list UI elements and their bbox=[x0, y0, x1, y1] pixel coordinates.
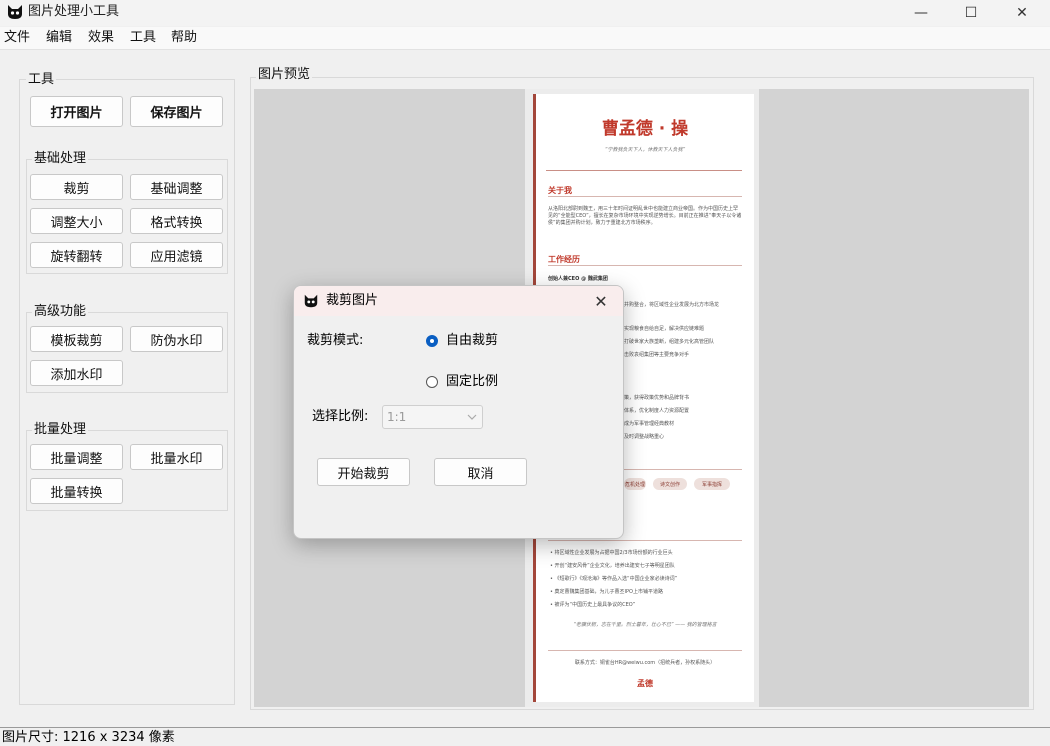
anti-counterfeit-watermark-button[interactable]: 防伪水印 bbox=[130, 326, 223, 352]
menu-help[interactable]: 帮助 bbox=[171, 27, 197, 49]
free-crop-radio[interactable]: 自由裁剪 bbox=[426, 332, 546, 350]
crop-button[interactable]: 裁剪 bbox=[30, 174, 123, 200]
menu-file[interactable]: 文件 bbox=[4, 27, 30, 49]
achievement-text: 将区域性企业发展为占据中国2/3市场份额的行业巨头 bbox=[554, 550, 673, 556]
divider bbox=[548, 265, 742, 266]
start-crop-button[interactable]: 开始裁剪 bbox=[317, 458, 410, 486]
work-item: 体系，优化制度人力资源配置 bbox=[624, 408, 690, 414]
divider bbox=[624, 469, 742, 470]
achievement-text: 开创“建安风骨”企业文化，培养出建安七子等明星团队 bbox=[554, 563, 675, 569]
divider bbox=[546, 170, 742, 171]
free-crop-label: 自由裁剪 bbox=[446, 333, 499, 348]
work-item: 实现粮食自给自足，解决供应链难题 bbox=[624, 326, 705, 332]
rotate-flip-button[interactable]: 旋转翻转 bbox=[30, 242, 123, 268]
crop-mode-label: 裁剪模式: bbox=[307, 333, 364, 348]
achievement-text: 《短歌行》《观沧海》等作品入选“中国企业家必读诗词” bbox=[554, 576, 678, 582]
work-item: 及时调整战略重心 bbox=[624, 434, 665, 440]
cancel-button[interactable]: 取消 bbox=[434, 458, 527, 486]
chevron-down-icon bbox=[467, 414, 477, 420]
batch-convert-button[interactable]: 批量转换 bbox=[30, 478, 123, 504]
work-item: 策，获得政策优势和品牌背书 bbox=[624, 395, 690, 401]
ratio-select[interactable]: 1:1 bbox=[382, 405, 483, 429]
basic-group-title: 基础处理 bbox=[32, 151, 89, 166]
crop-dialog: 裁剪图片 ✕ 裁剪模式: 自由裁剪 固定比例 选择比例: 1:1 开始裁剪 取消 bbox=[293, 285, 624, 539]
achievement-item: • 奠定曹魏集团基础，为儿子曹丕IPO上市铺平道路 bbox=[550, 589, 663, 595]
work-item: 打破世家大族垄断，组建多元化高管团队 bbox=[624, 339, 715, 345]
work-heading: 工作经历 bbox=[548, 255, 580, 264]
batch-group-title: 批量处理 bbox=[32, 422, 89, 437]
batch-adjust-button[interactable]: 批量调整 bbox=[30, 444, 123, 470]
skill-tag: 军事指挥 bbox=[694, 478, 730, 490]
tools-title: 工具 bbox=[26, 72, 57, 87]
divider bbox=[548, 650, 742, 651]
work-item: 击败袁绍集团等主要竞争对手 bbox=[624, 352, 690, 358]
work-item: 成为军事管理经典教材 bbox=[624, 421, 675, 427]
achievement-item: • 被评为“中国历史上最具争议的CEO” bbox=[550, 602, 636, 608]
add-watermark-button[interactable]: 添加水印 bbox=[30, 360, 123, 386]
menu-edit[interactable]: 编辑 bbox=[46, 27, 72, 49]
skill-tag: 危机处理 bbox=[624, 478, 646, 490]
resume-quote: “老骥伏枥，志在千里。烈士暮年，壮心不已” —— 我的管理格言 bbox=[573, 622, 717, 628]
minimize-button[interactable]: — bbox=[898, 0, 944, 26]
batch-watermark-button[interactable]: 批量水印 bbox=[130, 444, 223, 470]
title-bar: 图片处理小工具 — ☐ ✕ bbox=[0, 0, 1050, 26]
cat-app-icon bbox=[304, 294, 318, 308]
achievement-text: 被评为“中国历史上最具争议的CEO” bbox=[554, 602, 636, 608]
menu-bar: 文件 编辑 效果 工具 帮助 bbox=[0, 27, 1050, 50]
skill-tag: 诗文创作 bbox=[653, 478, 687, 490]
open-image-button[interactable]: 打开图片 bbox=[30, 96, 123, 127]
work-role: 创始人兼CEO @ 魏武集团 bbox=[548, 276, 608, 282]
minimize-icon: — bbox=[914, 5, 928, 21]
image-size-status: 图片尺寸: 1216 x 3234 像素 bbox=[2, 730, 175, 745]
radio-unchecked-icon bbox=[426, 376, 438, 388]
fixed-ratio-label: 固定比例 bbox=[446, 374, 499, 389]
maximize-icon: ☐ bbox=[964, 5, 978, 21]
fixed-ratio-radio[interactable]: 固定比例 bbox=[426, 373, 546, 391]
achievement-item: • 《短歌行》《观沧海》等作品入选“中国企业家必读诗词” bbox=[550, 576, 678, 582]
preview-title: 图片预览 bbox=[256, 67, 313, 82]
resume-name: 曹孟德 · 操 bbox=[601, 119, 689, 139]
resume-signature: 孟德 bbox=[637, 679, 653, 688]
cat-app-icon bbox=[8, 5, 22, 19]
advanced-group-title: 高级功能 bbox=[32, 304, 89, 319]
about-heading: 关于我 bbox=[548, 186, 572, 195]
close-icon: ✕ bbox=[1016, 5, 1028, 21]
resume-contact: 联系方式：铜雀台HR@weiwu.com（招统兵者，孙权系随头） bbox=[574, 660, 716, 666]
window-title: 图片处理小工具 bbox=[28, 4, 120, 19]
basic-adjust-button[interactable]: 基础调整 bbox=[130, 174, 223, 200]
close-icon: ✕ bbox=[594, 291, 608, 311]
achievement-item: • 将区域性企业发展为占据中国2/3市场份额的行业巨头 bbox=[550, 550, 673, 556]
dialog-title: 裁剪图片 bbox=[326, 293, 379, 308]
close-button[interactable]: ✕ bbox=[999, 0, 1045, 26]
resume-motto: “宁教我负天下人，休教天下人负我” bbox=[604, 147, 686, 153]
maximize-button[interactable]: ☐ bbox=[948, 0, 994, 26]
about-text: 从洛阳北部尉到魏王，用三十年时间证明乱世中也能建立商业帝国。作为中国历史上罕见的… bbox=[548, 206, 742, 226]
dialog-title-bar: 裁剪图片 ✕ bbox=[294, 286, 623, 316]
ratio-select-value: 1:1 bbox=[387, 410, 407, 424]
menu-tools[interactable]: 工具 bbox=[130, 27, 156, 49]
achievement-text: 奠定曹魏集团基础，为儿子曹丕IPO上市铺平道路 bbox=[554, 589, 663, 595]
dialog-close-button[interactable]: ✕ bbox=[590, 290, 612, 312]
divider bbox=[548, 540, 742, 541]
radio-checked-icon bbox=[426, 335, 438, 347]
menu-effects[interactable]: 效果 bbox=[88, 27, 114, 49]
template-crop-button[interactable]: 模板裁剪 bbox=[30, 326, 123, 352]
save-image-button[interactable]: 保存图片 bbox=[130, 96, 223, 127]
apply-filter-button[interactable]: 应用滤镜 bbox=[130, 242, 223, 268]
achievement-item: • 开创“建安风骨”企业文化，培养出建安七子等明星团队 bbox=[550, 563, 675, 569]
resize-button[interactable]: 调整大小 bbox=[30, 208, 123, 234]
format-convert-button[interactable]: 格式转换 bbox=[130, 208, 223, 234]
ratio-label: 选择比例: bbox=[312, 409, 369, 424]
work-item: 并购整合，将区域性企业发展为北方市场龙 bbox=[624, 302, 720, 308]
divider bbox=[548, 196, 742, 197]
